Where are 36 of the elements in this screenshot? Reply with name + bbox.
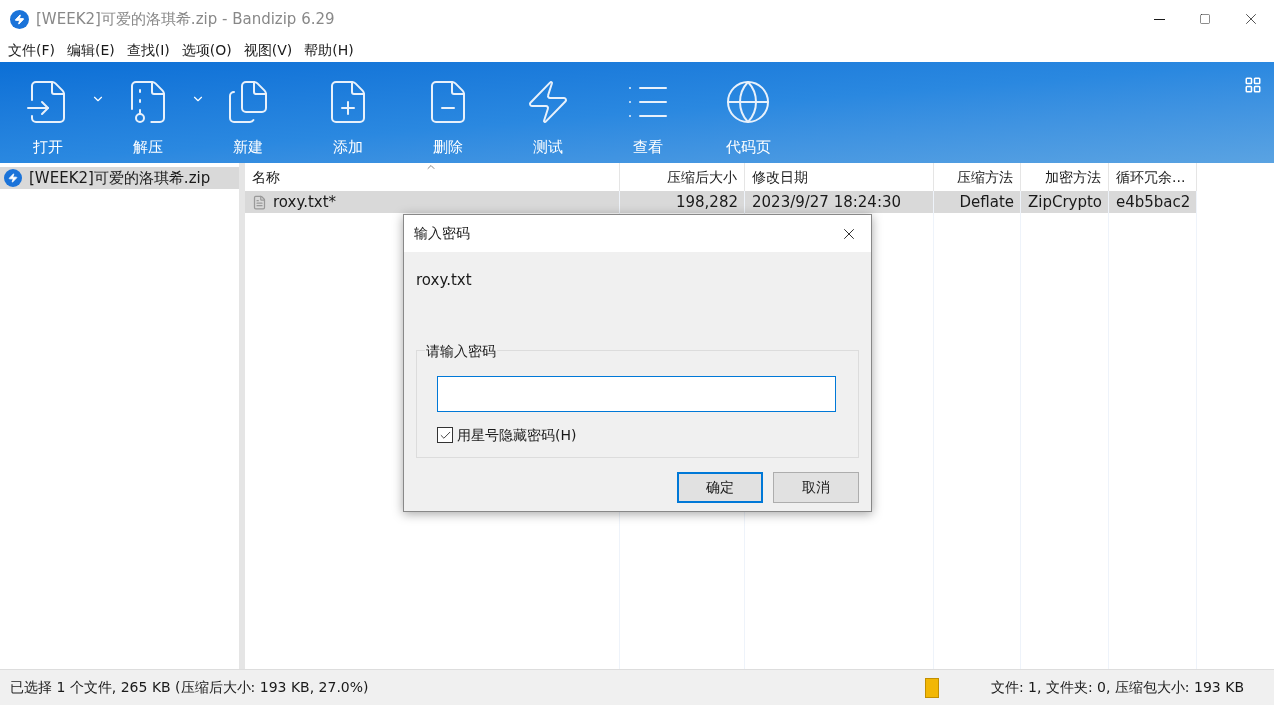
maximize-icon (1199, 13, 1211, 25)
text-file-icon (252, 194, 267, 210)
table-cell-text: 198,282 (675, 191, 738, 213)
status-text: 已选择 1 个文件, 265 KB (压缩后大小: 193 KB, 27.0%) (10, 678, 369, 697)
dialog-button[interactable]: 确定 (677, 471, 763, 503)
checkbox[interactable] (437, 427, 453, 443)
table-row[interactable]: roxy.txt* 198,282 2023/9/27 18:24:30 Deflate ZipCrypto e4b5bac2 (245, 191, 1197, 213)
file-name: roxy.txt (416, 270, 472, 291)
window-title: [WEEK2]可爱的洛琪希.zip - Bandizip 6.29 (36, 8, 335, 30)
table-cell-text: 2023/9/27 18:24:30 (752, 191, 902, 213)
password-field[interactable] (437, 375, 836, 412)
menu-item[interactable]: 文件(F) (2, 39, 61, 61)
status-text: 文件: 1, 文件夹: 0, 压缩包大小: 193 KB (990, 678, 1244, 697)
archive-icon (924, 677, 939, 698)
app-logo-icon (10, 9, 29, 29)
layout-icon[interactable] (1244, 76, 1262, 94)
toolbar-button[interactable]: 解压 (108, 62, 188, 163)
menu-item[interactable]: 编辑(E) (61, 39, 121, 61)
dialog-title: 输入密码 (414, 224, 470, 243)
sidebar-item[interactable]: [WEEK2]可爱的洛琪希.zip (0, 167, 239, 189)
menu-item[interactable]: 查找(I) (120, 39, 176, 61)
menu-item[interactable]: 视图(V) (237, 39, 299, 61)
table-cell-text: e4b5bac2 (1116, 191, 1191, 213)
toolbar-button[interactable]: 添加 (308, 62, 388, 163)
table-cell-text: ZipCrypto (1027, 191, 1102, 213)
zip-file-icon (4, 169, 22, 187)
minimize-icon (1153, 18, 1165, 20)
toolbar-button[interactable]: 新建 (208, 62, 288, 163)
checkbox-label: 用星号隐藏密码(H) (457, 425, 577, 445)
menu-item[interactable]: 选项(O) (175, 39, 238, 61)
table-cell-text: roxy.txt* (273, 191, 337, 213)
table-cell-text: Deflate (959, 191, 1014, 213)
toolbar-button[interactable]: 打开 (8, 62, 88, 163)
dialog-button[interactable]: 取消 (773, 471, 859, 503)
menu-item[interactable]: 帮助(H) (298, 39, 360, 61)
globe-icon (724, 78, 772, 126)
